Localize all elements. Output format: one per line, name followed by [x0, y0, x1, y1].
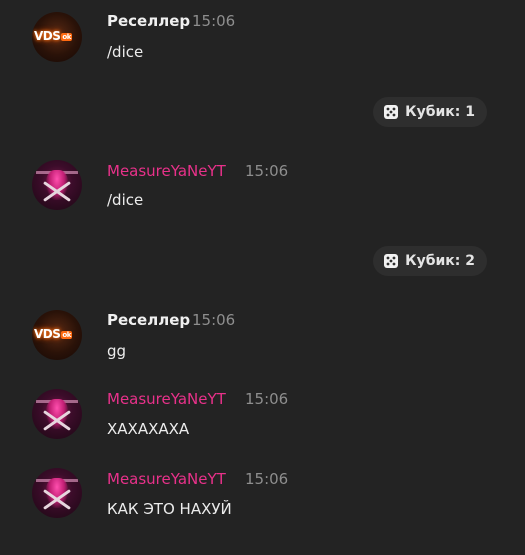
- author-name[interactable]: Реселлер: [107, 12, 190, 30]
- vds-logo-icon: VDS ok: [34, 29, 72, 43]
- author-name[interactable]: MeasureYaNeYT: [107, 470, 226, 488]
- author-name[interactable]: Реселлер: [107, 311, 190, 329]
- dice-result-label: Кубик: 2: [405, 253, 475, 269]
- author-name[interactable]: MeasureYaNeYT: [107, 162, 226, 180]
- timestamp: 15:06: [245, 470, 289, 488]
- avatar-reseller[interactable]: VDS ok: [32, 310, 82, 360]
- avatar-reseller[interactable]: VDS ok: [32, 12, 82, 62]
- author-name[interactable]: MeasureYaNeYT: [107, 390, 226, 408]
- timestamp: 15:06: [192, 311, 236, 329]
- message-text: ХАХАХАХА: [107, 420, 190, 438]
- dice-icon: [384, 105, 399, 119]
- message-text: /dice: [107, 191, 144, 209]
- timestamp: 15:06: [245, 162, 289, 180]
- message-text: /dice: [107, 43, 144, 61]
- avatar-measure[interactable]: [32, 468, 82, 518]
- dice-result-label: Кубик: 1: [405, 104, 475, 120]
- timestamp: 15:06: [192, 12, 236, 30]
- vds-logo-icon: VDS ok: [34, 327, 72, 341]
- dice-icon: [384, 254, 399, 268]
- dice-result-badge: Кубик: 1: [373, 97, 487, 127]
- dice-result-badge: Кубик: 2: [373, 246, 487, 276]
- timestamp: 15:06: [245, 390, 289, 408]
- avatar-measure[interactable]: [32, 160, 82, 210]
- message-text: КАК ЭТО НАХУЙ: [107, 500, 232, 518]
- avatar-measure[interactable]: [32, 389, 82, 439]
- message-text: gg: [107, 342, 127, 360]
